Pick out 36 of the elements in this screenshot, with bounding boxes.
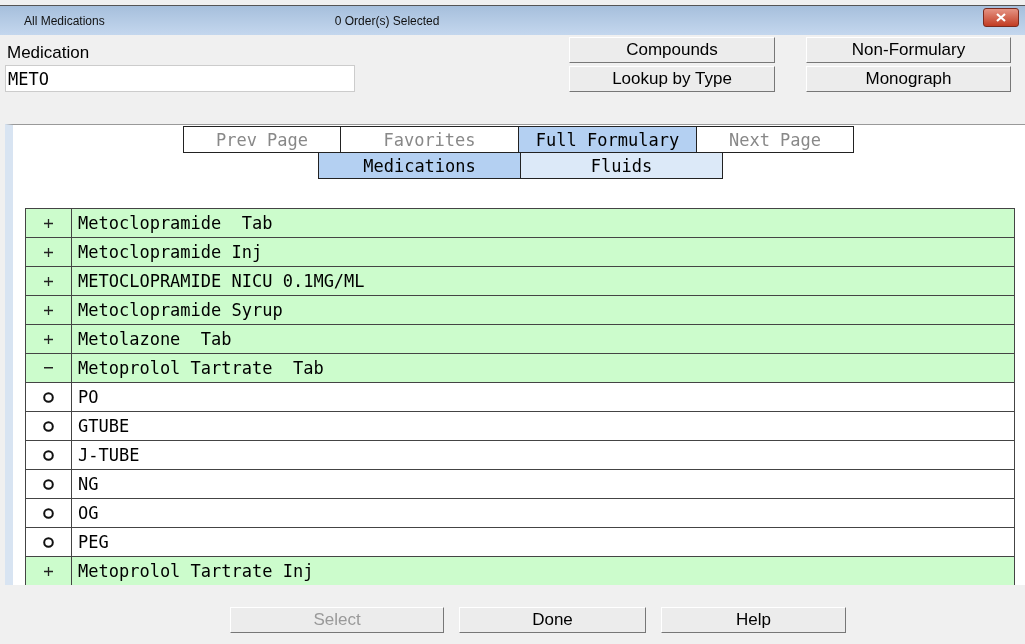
radio-button[interactable] [43, 478, 54, 490]
medication-name[interactable]: Metoclopramide Inj [72, 238, 263, 266]
expand-icon[interactable] [44, 276, 53, 286]
nav-tab[interactable]: Full Formulary [518, 126, 697, 153]
action-button[interactable]: Monograph [806, 66, 1011, 92]
route-name[interactable]: PEG [72, 528, 109, 556]
action-button[interactable]: Non-Formulary [806, 37, 1011, 63]
radio-button[interactable] [43, 507, 54, 519]
route-name[interactable]: GTUBE [72, 412, 130, 440]
dialog-button[interactable]: Help [661, 607, 846, 633]
close-button[interactable] [983, 8, 1019, 27]
category-tab[interactable]: Medications [318, 152, 521, 179]
route-name[interactable]: NG [72, 470, 99, 498]
route-name[interactable]: J-TUBE [72, 441, 140, 469]
radio-button[interactable] [43, 449, 54, 461]
route-name[interactable]: PO [72, 383, 99, 411]
close-icon [996, 13, 1006, 22]
window-title: All Medications [24, 13, 105, 28]
expand-icon[interactable] [44, 305, 53, 315]
expand-icon[interactable] [44, 247, 53, 257]
expand-icon[interactable] [44, 566, 53, 576]
status-text: 0 Order(s) Selected [334, 13, 440, 28]
expand-icon[interactable] [44, 218, 53, 228]
route-name[interactable]: OG [72, 499, 99, 527]
action-button[interactable]: Compounds [569, 37, 775, 63]
radio-button[interactable] [43, 391, 54, 403]
radio-button[interactable] [43, 536, 54, 548]
medication-name[interactable]: Metoclopramide Tab [72, 209, 273, 237]
medication-field[interactable]: METO [5, 65, 355, 92]
expand-icon[interactable] [44, 334, 53, 344]
dialog-button[interactable]: Done [459, 607, 646, 633]
field-label: Medication [7, 43, 91, 63]
category-tab[interactable]: Fluids [520, 152, 723, 179]
radio-button[interactable] [43, 420, 54, 432]
medication-name[interactable]: Metolazone Tab [72, 325, 232, 353]
action-button[interactable]: Lookup by Type [569, 66, 775, 92]
